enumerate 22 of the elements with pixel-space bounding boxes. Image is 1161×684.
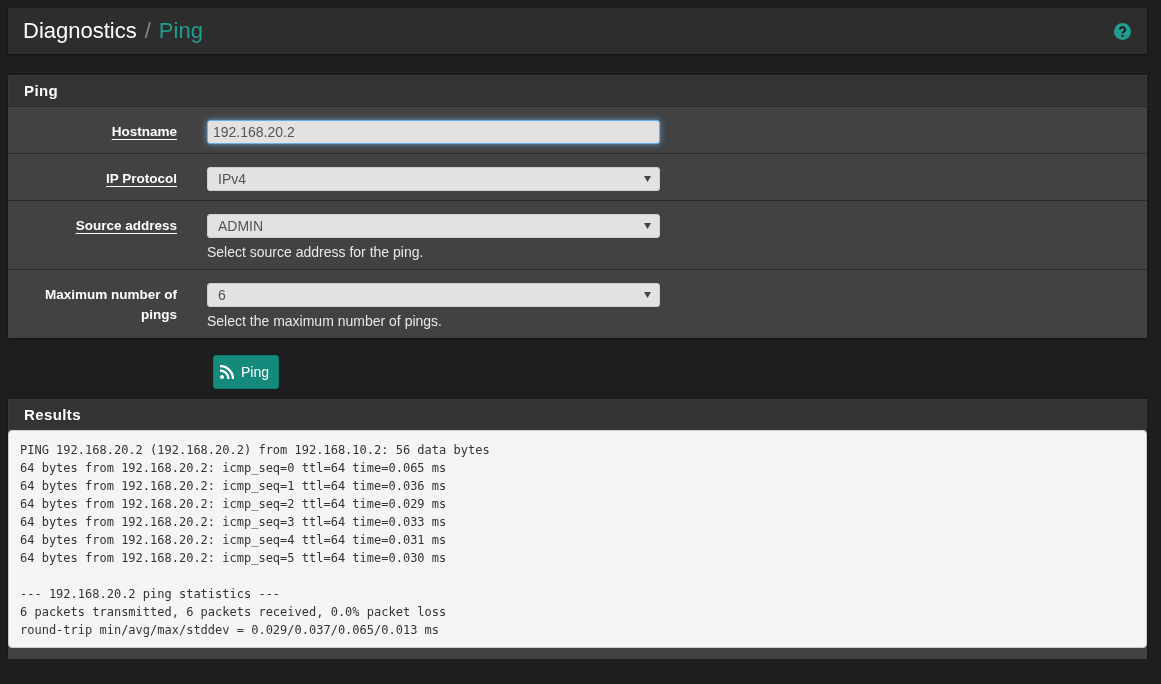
dropdown[interactable]: ADMIN xyxy=(207,214,660,238)
field-label: Source address xyxy=(75,217,177,235)
dropdown[interactable]: 6 xyxy=(207,283,660,307)
page-title: Ping xyxy=(158,18,203,44)
caret-icon xyxy=(644,223,651,229)
help-text: Select source address for the ping. xyxy=(207,244,425,260)
field-label: Maximum number of pings xyxy=(44,286,177,324)
hostname-input[interactable]: 192.168.20.2 xyxy=(207,120,660,144)
field-label: IP Protocol xyxy=(106,170,177,188)
rss-icon xyxy=(220,365,234,379)
field-label: Hostname xyxy=(111,123,177,141)
panel-heading: Ping xyxy=(8,75,1147,106)
ping-output: PING 192.168.20.2 (192.168.20.2) from 192.168.10.2: 56 data bytes 64 bytes from 192.168.20.2: icmp_seq=0 ttl=64 time=0.065 ms 64 bytes from 192.168.20.2: icmp_seq=1 ttl=64 time=0.036 ms 64 bytes from 192.168.20.2: icmp_seq=2 ttl=64 time=0.029 ms 64 bytes from 192.168.20.2: icmp_seq=3 ttl=64 time=0.033 ms 64 bytes from 192.168.20.2: icmp_seq=4 ttl=64 time=0.031 ms 64 bytes from 192.168.20.2: icmp_seq=5 ttl=64 time=0.030 ms --- 192.168.20.2 ping statistics --- 6 packets transmitted, 6 packets received, 0.0% packet loss round-trip min/avg/max/stddev = 0.029/0.037/0.065/0.013 ms xyxy=(8,430,1147,648)
panel-heading: Results xyxy=(8,399,1147,430)
caret-icon xyxy=(644,176,651,182)
breadcrumb-separator: / xyxy=(144,18,151,44)
help-icon[interactable] xyxy=(1114,22,1131,40)
dropdown[interactable]: IPv4 xyxy=(207,167,660,191)
caret-icon xyxy=(644,292,651,298)
ping-button[interactable]: Ping xyxy=(213,355,280,389)
help-text: Select the maximum number of pings. xyxy=(207,313,443,329)
breadcrumb-link[interactable]: Diagnostics xyxy=(23,18,137,44)
